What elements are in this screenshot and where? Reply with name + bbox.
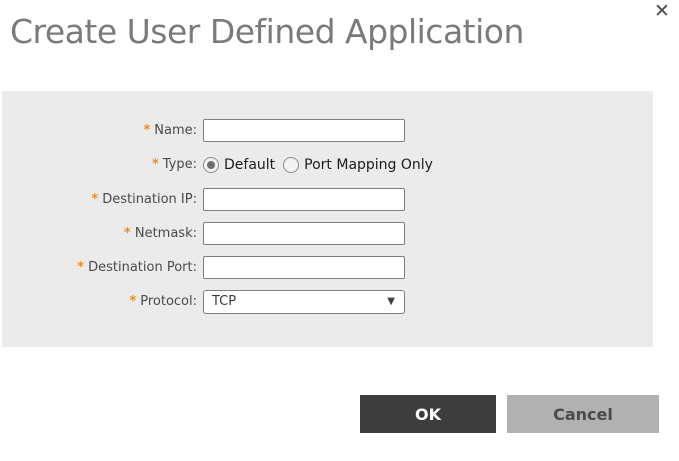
destination-port-input[interactable] [203, 256, 405, 279]
type-label: *Type: [2, 153, 197, 176]
name-label: *Name: [2, 119, 197, 142]
ok-button[interactable]: OK [360, 395, 496, 433]
type-option-port-mapping-only[interactable]: Port Mapping Only [283, 157, 433, 173]
type-option-default[interactable]: Default [203, 157, 275, 173]
type-option-port-mapping-only-label: Port Mapping Only [304, 157, 433, 173]
required-marker: * [124, 226, 131, 241]
cancel-button[interactable]: Cancel [507, 395, 659, 433]
protocol-dropdown[interactable]: TCP ▼ [203, 290, 405, 314]
close-icon[interactable]: ✕ [651, 0, 673, 22]
create-user-defined-application-dialog: ✕ Create User Defined Application *Name:… [0, 0, 679, 461]
netmask-input[interactable] [203, 222, 405, 245]
form-row-destination-ip: *Destination IP: [2, 188, 653, 211]
form-row-protocol: *Protocol: TCP ▼ [2, 290, 653, 313]
chevron-down-icon: ▼ [387, 296, 395, 307]
netmask-label: *Netmask: [2, 222, 197, 245]
form-row-netmask: *Netmask: [2, 222, 653, 245]
required-marker: * [143, 123, 150, 138]
required-marker: * [152, 157, 159, 172]
type-radio-group: Default Port Mapping Only [203, 157, 433, 173]
destination-ip-input[interactable] [203, 188, 405, 211]
dialog-title: Create User Defined Application [10, 12, 524, 51]
protocol-selected-value: TCP [212, 294, 236, 309]
form-row-destination-port: *Destination Port: [2, 256, 653, 279]
type-option-default-label: Default [224, 157, 275, 173]
protocol-label: *Protocol: [2, 290, 197, 313]
radio-unselected-icon[interactable] [283, 157, 299, 173]
name-input[interactable] [203, 119, 405, 142]
required-marker: * [77, 260, 84, 275]
form-panel: *Name: *Type: Default Port Mapping Only [2, 91, 653, 347]
destination-port-label: *Destination Port: [2, 256, 197, 279]
form-row-type: *Type: Default Port Mapping Only [2, 153, 653, 176]
destination-ip-label: *Destination IP: [2, 188, 197, 211]
form-row-name: *Name: [2, 119, 653, 142]
required-marker: * [91, 192, 98, 207]
required-marker: * [129, 294, 136, 309]
radio-selected-icon[interactable] [203, 157, 219, 173]
